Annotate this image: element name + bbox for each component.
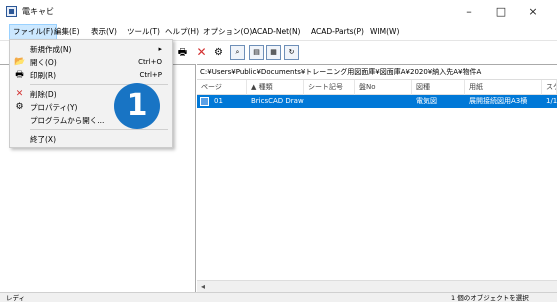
properties-icon[interactable]: ⚙	[211, 45, 226, 60]
column-page[interactable]: ページ	[197, 80, 247, 95]
window-title: 電キャビ	[22, 7, 54, 16]
cell-paper: 展開接続図用A3横	[469, 97, 528, 105]
menu-separator	[30, 129, 168, 130]
printer-icon: 🖶	[15, 70, 24, 80]
menu-file[interactable]: ファイル(F)	[9, 24, 58, 40]
column-kind[interactable]: 図種	[412, 80, 465, 95]
menu-edit[interactable]: 編集(E)	[51, 24, 83, 40]
menu-wim[interactable]: WIM(W)	[367, 24, 402, 40]
minimize-button[interactable]: –	[458, 4, 480, 20]
menu-acad-net[interactable]: ACAD-Net(N)	[249, 24, 303, 40]
delete-icon[interactable]: ✕	[194, 45, 209, 60]
search-icon[interactable]: ⌕	[230, 45, 245, 60]
status-bar: レディ 1 個のオブジェクトを選択	[0, 292, 557, 302]
detail-view-icon[interactable]: ▦	[266, 45, 281, 60]
list-view-icon[interactable]: ▤	[249, 45, 264, 60]
properties-icon: ⚙	[15, 102, 24, 112]
cell-panel	[355, 95, 412, 108]
cell-sheet	[304, 95, 355, 108]
menu-item-new[interactable]: 新規作成(N) ▸	[10, 43, 172, 56]
cell-kind: 電気図	[416, 97, 437, 105]
column-scale[interactable]: スケ	[542, 80, 557, 95]
scroll-left-icon[interactable]: ◂	[201, 282, 205, 291]
column-paper[interactable]: 用紙	[465, 80, 542, 95]
column-type[interactable]: ▲ 種類	[247, 80, 304, 95]
delete-x-icon: ✕	[15, 89, 24, 99]
path-bar[interactable]: C:¥Users¥Public¥Documents¥トレーニング用図面庫¥図面庫…	[197, 64, 557, 80]
menu-help[interactable]: ヘルプ(H)	[162, 24, 202, 40]
close-button[interactable]: ×	[522, 4, 544, 20]
app-icon	[6, 6, 17, 17]
refresh-icon[interactable]: ↻	[284, 45, 299, 60]
menu-bar: ファイル(F) 編集(E) 表示(V) ツール(T) ヘルプ(H) オプション(…	[0, 24, 557, 40]
menu-item-print[interactable]: 🖶 印刷(R) Ctrl+P	[10, 69, 172, 82]
status-selection: 1 個のオブジェクトを選択	[451, 294, 529, 302]
cell-type: BricsCAD Draw	[251, 97, 304, 105]
table-row[interactable]: 01 BricsCAD Draw 電気図 展開接続図用A3横 1/1	[197, 95, 557, 108]
drawing-file-icon	[200, 97, 209, 106]
menu-options[interactable]: オプション(O)	[200, 24, 255, 40]
folder-open-icon: 📂	[14, 57, 26, 67]
file-list[interactable]	[197, 108, 557, 280]
step-number-badge: 1	[114, 83, 160, 129]
list-header: ページ ▲ 種類 シート記号 盤No 図種 用紙 スケ	[197, 80, 557, 95]
menu-acad-parts[interactable]: ACAD-Parts(P)	[308, 24, 367, 40]
maximize-button[interactable]: □	[490, 4, 512, 20]
column-panel[interactable]: 盤No	[355, 80, 412, 95]
menu-item-open[interactable]: 📂 開く(O) Ctrl+O	[10, 56, 172, 69]
menu-tools[interactable]: ツール(T)	[124, 24, 163, 40]
menu-view[interactable]: 表示(V)	[88, 24, 120, 40]
print-preview-icon[interactable]: 🖶	[175, 45, 190, 60]
status-ready: レディ	[6, 294, 26, 302]
submenu-arrow-icon: ▸	[158, 45, 162, 53]
cell-scale: 1/1	[546, 97, 557, 105]
horizontal-scrollbar[interactable]: ◂	[197, 280, 557, 292]
menu-item-exit[interactable]: 終了(X)	[10, 133, 172, 146]
title-bar: 電キャビ – □ ×	[0, 0, 557, 24]
column-sheet[interactable]: シート記号	[304, 80, 355, 95]
cell-page: 01	[214, 97, 223, 105]
